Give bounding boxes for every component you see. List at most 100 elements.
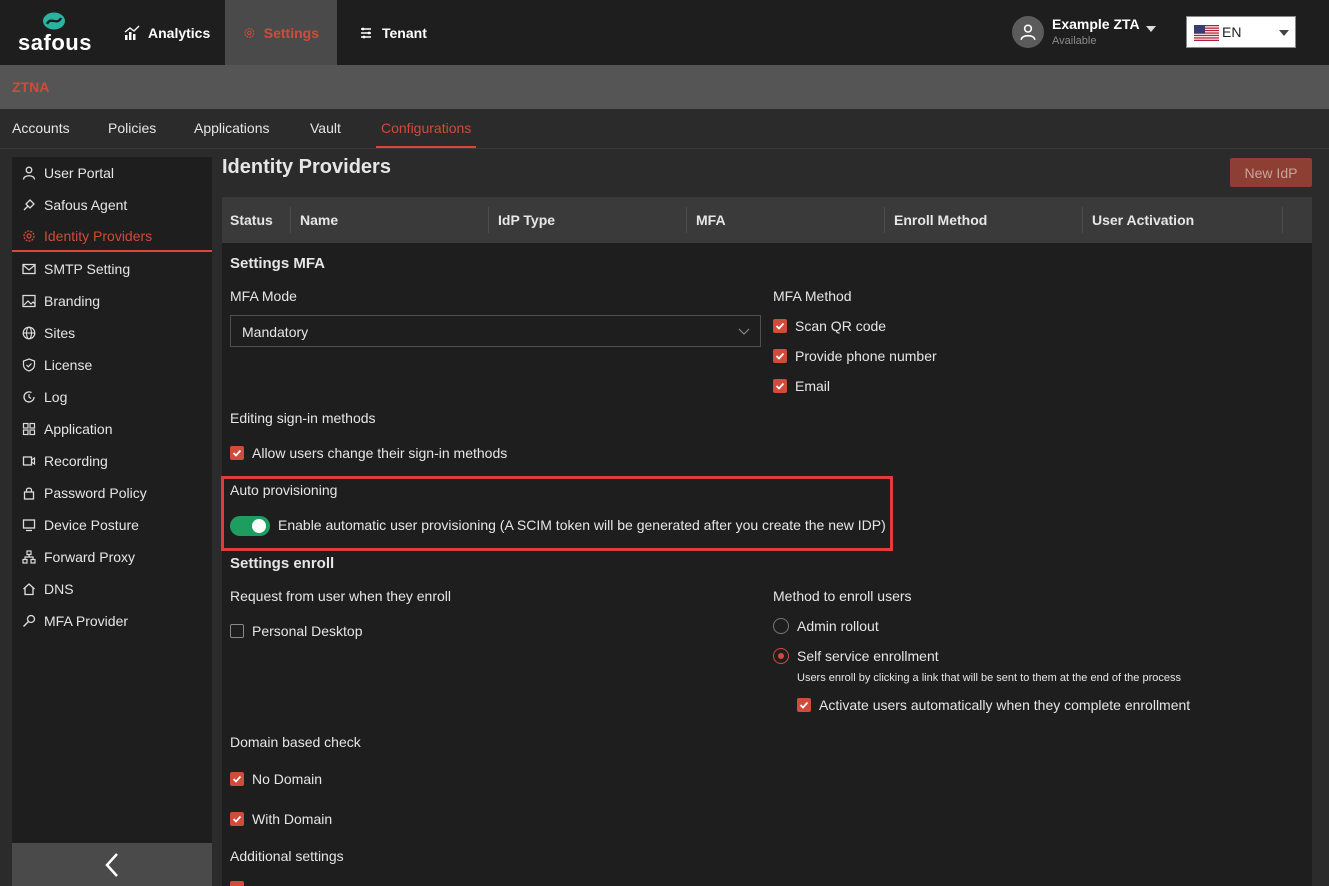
chevron-down-icon [1146, 26, 1156, 32]
column-divider [290, 207, 291, 233]
email-label: Email [795, 378, 831, 394]
column-header-user-activation[interactable]: User Activation [1092, 212, 1194, 228]
table-header: Status Name IdP Type MFA Enroll Method U… [222, 197, 1312, 243]
log-icon [23, 390, 35, 403]
sidebar-item-dns[interactable]: DNS [12, 573, 212, 604]
sidebar: User Portal Safous Agent Identity Provid… [12, 157, 212, 886]
topnav-tenant[interactable]: Tenant [340, 0, 445, 65]
sidebar-item-safous-agent[interactable]: Safous Agent [12, 189, 212, 220]
check-icon [799, 701, 809, 709]
sidebar-item-license[interactable]: License [12, 349, 212, 380]
avatar [1012, 16, 1044, 48]
user-avatar-icon [1020, 24, 1036, 41]
email-checkbox[interactable] [773, 379, 787, 393]
allow-change-sign-in-label: Allow users change their sign-in methods [252, 445, 508, 461]
phone-number-checkbox[interactable] [773, 349, 787, 363]
phone-number-label: Provide phone number [795, 348, 937, 364]
personal-desktop-label: Personal Desktop [252, 623, 363, 639]
page-title: Identity Providers [222, 156, 391, 178]
tab-configurations[interactable]: Configurations [381, 120, 471, 136]
tab-vault[interactable]: Vault [310, 120, 341, 136]
activate-automatically-checkbox[interactable] [797, 698, 811, 712]
network-icon [22, 549, 36, 564]
sidebar-item-forward-proxy[interactable]: Forward Proxy [12, 541, 212, 572]
sidebar-item-identity-providers[interactable]: Identity Providers [12, 221, 212, 252]
monitor-icon [22, 518, 36, 531]
scan-qr-checkbox[interactable] [773, 319, 787, 333]
section-label: ZTNA [0, 65, 1329, 109]
user-icon [22, 166, 36, 180]
new-idp-button[interactable]: New IdP [1230, 158, 1312, 187]
sidebar-item-password-policy[interactable]: Password Policy [12, 477, 212, 508]
sidebar-item-label: Password Policy [44, 484, 147, 501]
sidebar-collapse-button[interactable] [12, 843, 212, 886]
settings-enroll-heading: Settings enroll [230, 555, 335, 572]
topnav-tenant-label: Tenant [382, 24, 427, 41]
sidebar-item-label: Recording [44, 452, 108, 469]
admin-rollout-radio[interactable] [773, 618, 789, 634]
column-divider [1282, 207, 1283, 233]
column-header-idp-type[interactable]: IdP Type [498, 212, 555, 228]
self-service-hint: Users enroll by clicking a link that wil… [797, 672, 1181, 684]
check-icon [775, 352, 785, 360]
column-header-mfa[interactable]: MFA [696, 212, 726, 228]
topnav-settings[interactable]: Settings [225, 0, 337, 65]
tab-accounts[interactable]: Accounts [12, 120, 70, 136]
request-label: Request from user when they enroll [230, 588, 451, 604]
column-header-enroll-method[interactable]: Enroll Method [894, 212, 987, 228]
no-domain-checkbox[interactable] [230, 772, 244, 786]
sidebar-item-label: License [44, 356, 93, 373]
us-flag-icon [1194, 25, 1219, 41]
image-icon [22, 294, 36, 307]
column-divider [488, 207, 489, 233]
sidebar-item-sites[interactable]: Sites [12, 317, 212, 348]
tab-policies[interactable]: Policies [108, 120, 156, 136]
sub-navigation: Accounts Policies Applications Vault Con… [0, 109, 1329, 149]
chevron-left-icon [105, 852, 118, 877]
column-header-name[interactable]: Name [300, 212, 338, 228]
logo-icon [43, 12, 65, 30]
sidebar-item-smtp-setting[interactable]: SMTP Setting [12, 253, 212, 284]
self-service-label: Self service enrollment [797, 648, 939, 664]
additional-setting-checkbox[interactable] [230, 881, 244, 886]
language-label: EN [1222, 24, 1242, 40]
user-menu[interactable]: Example ZTA Available [1012, 16, 1162, 50]
sidebar-item-label: Identity Providers [44, 227, 153, 244]
with-domain-label: With Domain [252, 811, 333, 827]
sidebar-item-branding[interactable]: Branding [12, 285, 212, 316]
agent-icon [23, 198, 35, 210]
personal-desktop-checkbox[interactable] [230, 624, 244, 638]
allow-change-sign-in-checkbox[interactable] [230, 446, 244, 460]
editing-sign-in-label: Editing sign-in methods [230, 410, 376, 426]
topnav-analytics[interactable]: Analytics [106, 0, 228, 65]
sidebar-item-label: DNS [44, 580, 74, 597]
activate-automatically-label: Activate users automatically when they c… [819, 697, 1191, 713]
sidebar-item-application[interactable]: Application [12, 413, 212, 444]
key-icon [23, 614, 36, 627]
sidebar-item-device-posture[interactable]: Device Posture [12, 509, 212, 540]
language-select[interactable]: EN [1186, 16, 1296, 48]
column-header-status[interactable]: Status [230, 212, 273, 228]
chevron-down-icon [1279, 30, 1289, 36]
sidebar-item-recording[interactable]: Recording [12, 445, 212, 476]
column-divider [1082, 207, 1083, 233]
tab-applications[interactable]: Applications [194, 120, 270, 136]
sidebar-item-log[interactable]: Log [12, 381, 212, 412]
user-status: Available [1052, 35, 1097, 47]
lock-icon [23, 486, 35, 500]
self-service-radio[interactable] [773, 648, 789, 664]
sidebar-item-mfa-provider[interactable]: MFA Provider [12, 605, 212, 636]
check-icon [775, 382, 785, 390]
check-icon [232, 775, 242, 783]
safous-logo[interactable]: safous [12, 10, 98, 55]
column-divider [686, 207, 687, 233]
home-icon [23, 582, 35, 595]
chevron-down-icon [738, 328, 750, 335]
scan-qr-label: Scan QR code [795, 318, 887, 334]
mfa-mode-select[interactable]: Mandatory [230, 315, 761, 347]
mfa-method-label: MFA Method [773, 288, 852, 304]
sidebar-item-user-portal[interactable]: User Portal [12, 157, 212, 188]
check-icon [232, 449, 242, 457]
with-domain-checkbox[interactable] [230, 812, 244, 826]
logo-wordmark: safous [18, 30, 92, 55]
